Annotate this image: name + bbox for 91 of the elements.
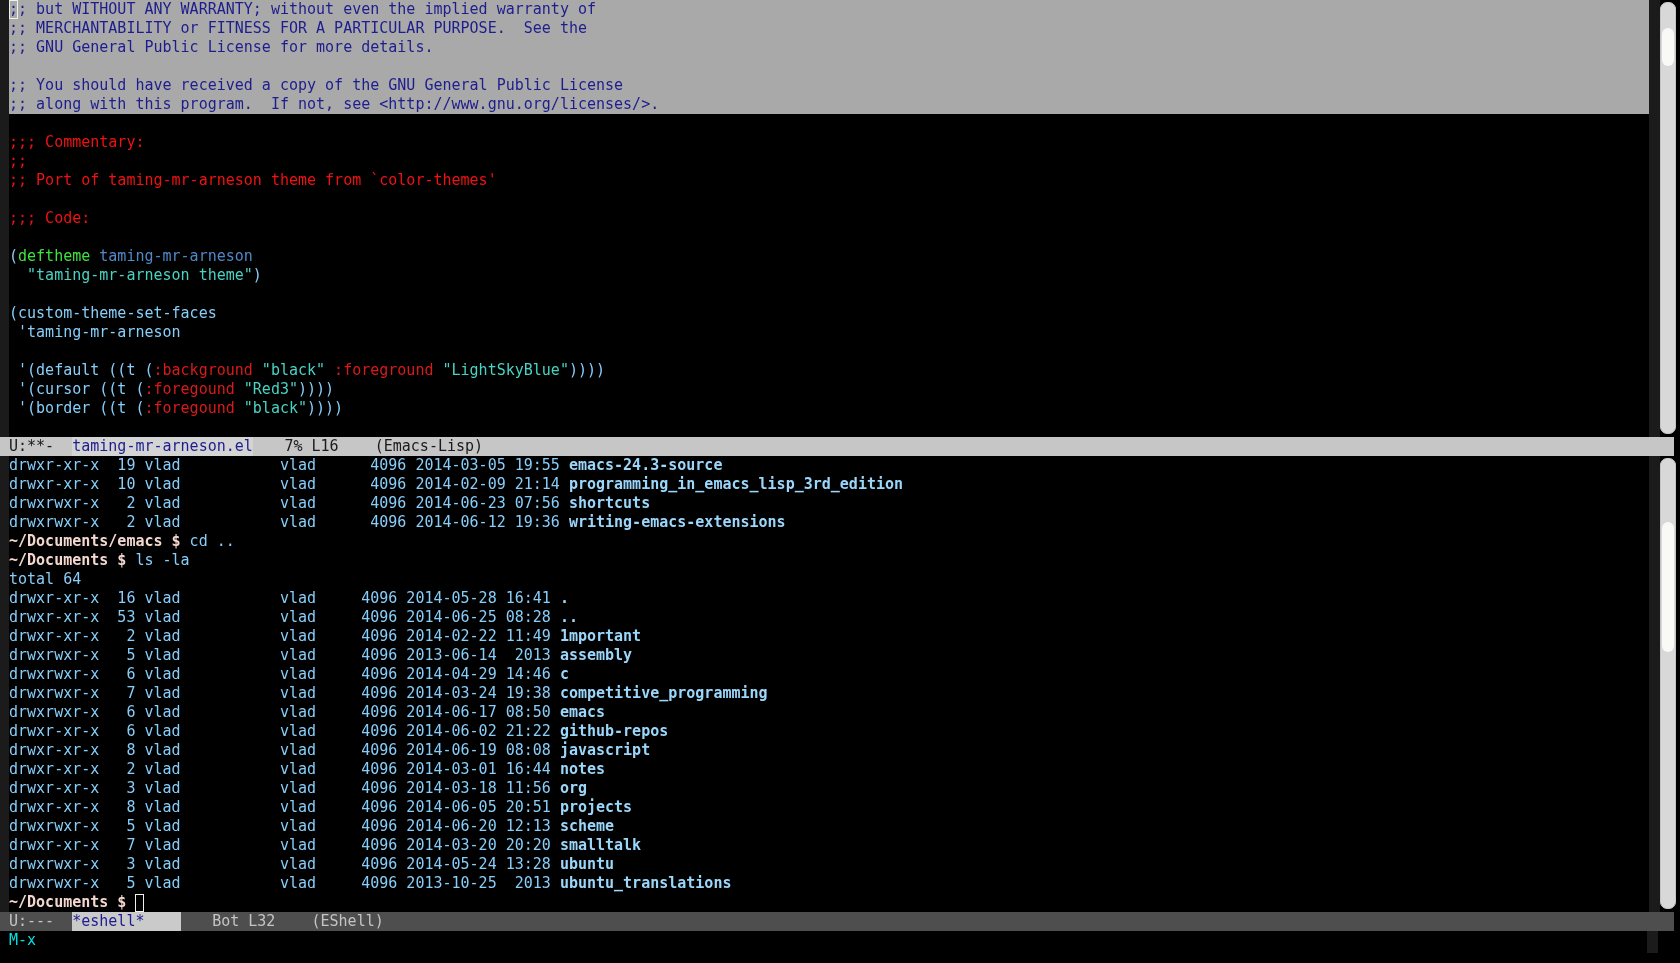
string-text: "black"	[242, 399, 308, 418]
listing-text: drwxrwxr-x 5 vlad vlad 4096 2014-06-20 12:13	[9, 817, 551, 836]
directory-name: smalltalk	[559, 836, 642, 855]
directory-name: 1mportant	[559, 627, 642, 646]
directory-name: assembly	[559, 646, 633, 665]
code-text: '(cursor ((t (	[17, 380, 145, 399]
comment-text: ;;; Code:	[9, 209, 91, 228]
listing-text: drwxrwxr-x 6 vlad vlad 4096 2014-04-29 14:46	[9, 665, 551, 684]
code-text: )	[252, 266, 262, 285]
listing-text: drwxr-xr-x 2 vlad vlad 4096 2014-03-01 16:44	[9, 760, 551, 779]
code-text: ))))	[568, 361, 606, 380]
scrollbar[interactable]	[1660, 2, 1676, 434]
modeline-status: U:**-	[9, 437, 55, 456]
listing-text: drwxr-xr-x 16 vlad vlad 4096 2014-05-28 16:41	[9, 589, 551, 608]
major-mode: (EShell)	[311, 912, 384, 931]
comment-text: ;; GNU General Public License for more details.	[9, 38, 434, 57]
code-text: (custom-theme-set-faces	[9, 304, 217, 323]
listing-text: drwxr-xr-x 10 vlad vlad 4096 2014-02-09 21:14	[9, 475, 560, 494]
listing-text: drwxr-xr-x 3 vlad vlad 4096 2014-03-18 11:56	[9, 779, 551, 798]
shell-prompt: ~/Documents $	[9, 893, 127, 912]
modeline-status: U:---	[9, 912, 55, 931]
directory-name: notes	[559, 760, 606, 779]
directory-name: org	[559, 779, 587, 798]
listing-text: drwxr-xr-x 8 vlad vlad 4096 2014-06-05 20:51	[9, 798, 551, 817]
listing-text: drwxr-xr-x 7 vlad vlad 4096 2014-03-20 20:20	[9, 836, 551, 855]
theme-name-text: taming-mr-arneson	[98, 247, 253, 266]
directory-name: javascript	[559, 741, 651, 760]
directory-name: projects	[559, 798, 633, 817]
comment-text: ;; Port of taming-mr-arneson theme from `color-themes'	[9, 171, 497, 190]
buffer-name[interactable]: *eshell*	[72, 912, 181, 931]
comment-text: ;; along with this program. If not, see <http://www.gnu.org/licenses/>.	[9, 95, 660, 114]
string-text: "taming-mr-arneson theme"	[26, 266, 253, 285]
directory-name: emacs-24.3-source	[568, 456, 723, 475]
directory-name: competitive_programming	[559, 684, 768, 703]
comment-text: ;;	[9, 152, 28, 171]
keyword-text: :background	[153, 361, 253, 380]
scrollbar-thumb[interactable]	[1662, 28, 1674, 66]
string-text: "LightSkyBlue"	[441, 361, 569, 380]
listing-text: drwxrwxr-x 7 vlad vlad 4096 2014-03-24 19:38	[9, 684, 551, 703]
comment-text: ;; MERCHANTABILITY or FITNESS FOR A PARTICULAR PURPOSE. See the	[9, 19, 587, 38]
listing-text: drwxrwxr-x 2 vlad vlad 4096 2014-06-12 19:36	[9, 513, 560, 532]
buffer-position: 7% L16	[284, 437, 339, 456]
code-text: '(border ((t (	[17, 399, 145, 418]
code-text: '(default ((t (	[17, 361, 154, 380]
listing-text: drwxrwxr-x 2 vlad vlad 4096 2014-06-23 07:56	[9, 494, 560, 513]
comment-text: ;;; Commentary:	[9, 133, 145, 152]
listing-text: total 64	[9, 570, 82, 589]
shell-command: ls -la	[135, 551, 190, 570]
directory-name: scheme	[559, 817, 615, 836]
buffer-position: Bot L32	[212, 912, 276, 931]
shell-prompt: ~/Documents/emacs $	[9, 532, 181, 551]
keyword-text: :foregound	[144, 399, 235, 418]
listing-text: drwxrwxr-x 5 vlad vlad 4096 2013-06-14 2013	[9, 646, 551, 665]
directory-name: github-repos	[559, 722, 669, 741]
directory-name: writing-emacs-extensions	[568, 513, 786, 532]
scrollbar[interactable]	[1660, 458, 1676, 909]
buffer-name[interactable]: taming-mr-arneson.el	[72, 437, 253, 456]
listing-text: drwxrwxr-x 5 vlad vlad 4096 2013-10-25 2013	[9, 874, 551, 893]
comment-text: ; but WITHOUT ANY WARRANTY; without even the implied warranty of	[18, 0, 596, 19]
directory-name: ubuntu	[559, 855, 615, 874]
minibuffer-prompt: M-x	[9, 931, 38, 950]
directory-name: programming_in_emacs_lisp_3rd_edition	[568, 475, 904, 494]
listing-text: drwxr-xr-x 19 vlad vlad 4096 2014-03-05 19:55	[9, 456, 560, 475]
string-text: "Red3"	[242, 380, 298, 399]
cursor-char: ;	[9, 0, 19, 19]
listing-text: drwxr-xr-x 2 vlad vlad 4096 2014-02-22 11:49	[9, 627, 551, 646]
comment-text: ;; You should have received a copy of the GNU General Public License	[9, 76, 624, 95]
directory-name: .	[559, 589, 569, 608]
listing-text: drwxr-xr-x 8 vlad vlad 4096 2014-06-19 08:08	[9, 741, 551, 760]
code-text: ))))	[307, 399, 344, 418]
shell-command: cd ..	[189, 532, 235, 551]
keyword-text: deftheme	[18, 247, 91, 266]
code-text: (	[9, 247, 19, 266]
directory-name: c	[559, 665, 569, 684]
keyword-text: :foregound	[144, 380, 235, 399]
directory-name: ubuntu_translations	[559, 874, 732, 893]
listing-text: drwxrwxr-x 6 vlad vlad 4096 2014-06-17 08:50	[9, 703, 551, 722]
directory-name: emacs	[559, 703, 606, 722]
right-fringe	[1647, 931, 1658, 953]
code-text: 'taming-mr-arneson	[17, 323, 181, 342]
keyword-text: :foreground	[333, 361, 434, 380]
directory-name: ..	[559, 608, 578, 627]
listing-text: drwxr-xr-x 53 vlad vlad 4096 2014-06-25 08:28	[9, 608, 551, 627]
string-text: "black"	[260, 361, 326, 380]
directory-name: shortcuts	[568, 494, 651, 513]
listing-text: drwxr-xr-x 6 vlad vlad 4096 2014-06-02 21:22	[9, 722, 551, 741]
shell-prompt: ~/Documents $	[9, 551, 127, 570]
listing-text: drwxrwxr-x 3 vlad vlad 4096 2014-05-24 13:28	[9, 855, 551, 874]
major-mode: (Emacs-Lisp)	[374, 437, 484, 456]
code-text: ))))	[298, 380, 335, 399]
scrollbar-thumb[interactable]	[1662, 522, 1674, 652]
